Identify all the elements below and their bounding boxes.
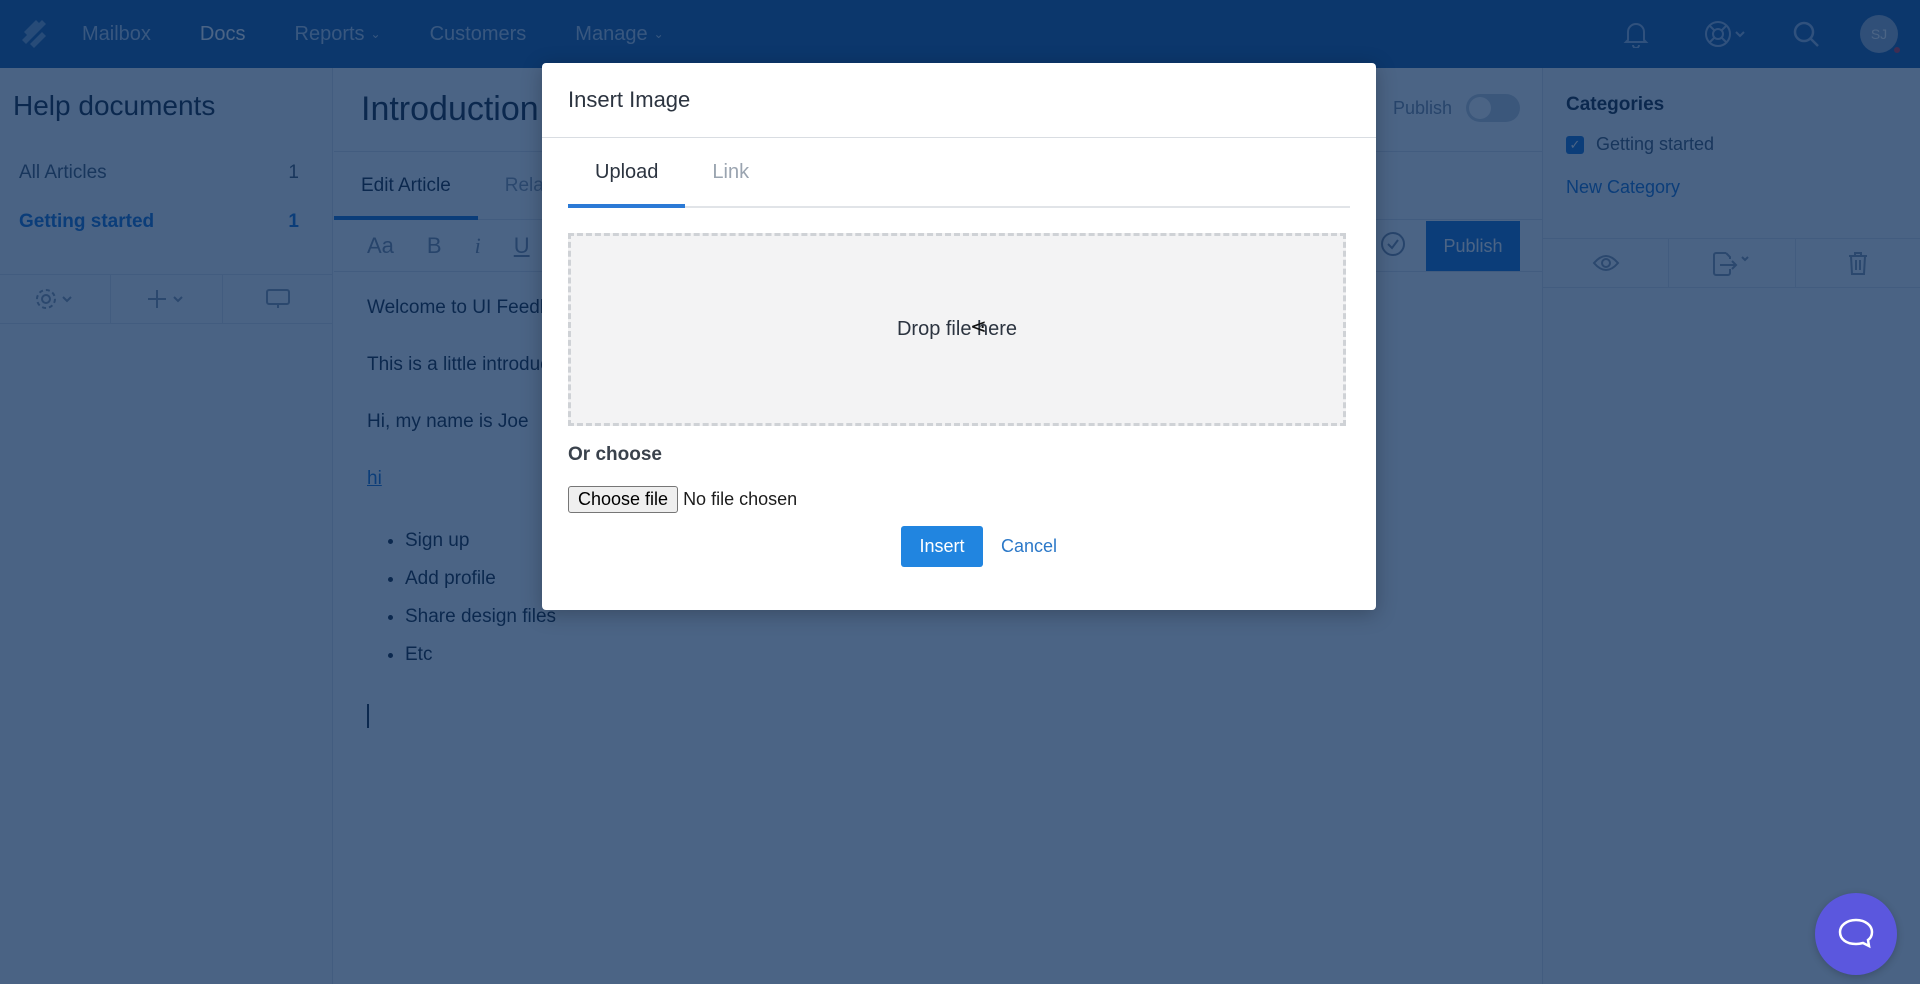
dropzone-text: Drop file here (896, 318, 1018, 340)
insert-image-dialog: Insert Image Upload Link Drop file here … (542, 63, 1376, 610)
tab-link[interactable]: Link (685, 138, 776, 206)
tab-label: Link (712, 160, 750, 183)
tab-upload[interactable]: Upload (568, 138, 686, 208)
chat-beacon-button[interactable] (1815, 893, 1897, 975)
choose-file-button[interactable]: Choose file (568, 486, 679, 513)
insert-button[interactable]: Insert (900, 526, 983, 567)
chat-bubble-icon (1838, 918, 1874, 949)
dialog-tabs: Upload Link (568, 138, 1350, 208)
dialog-header: Insert Image (542, 63, 1376, 138)
file-input: Choose file No file chosen (542, 466, 1376, 513)
or-choose-label: Or choose (568, 444, 662, 465)
file-dropzone[interactable]: Drop file here ⋖ (568, 233, 1346, 426)
tab-label: Upload (595, 160, 659, 183)
file-status-text: No file chosen (683, 489, 798, 509)
dialog-actions: Insert Cancel (542, 526, 1376, 567)
cancel-button[interactable]: Cancel (1001, 536, 1057, 557)
dialog-title: Insert Image (568, 87, 691, 112)
